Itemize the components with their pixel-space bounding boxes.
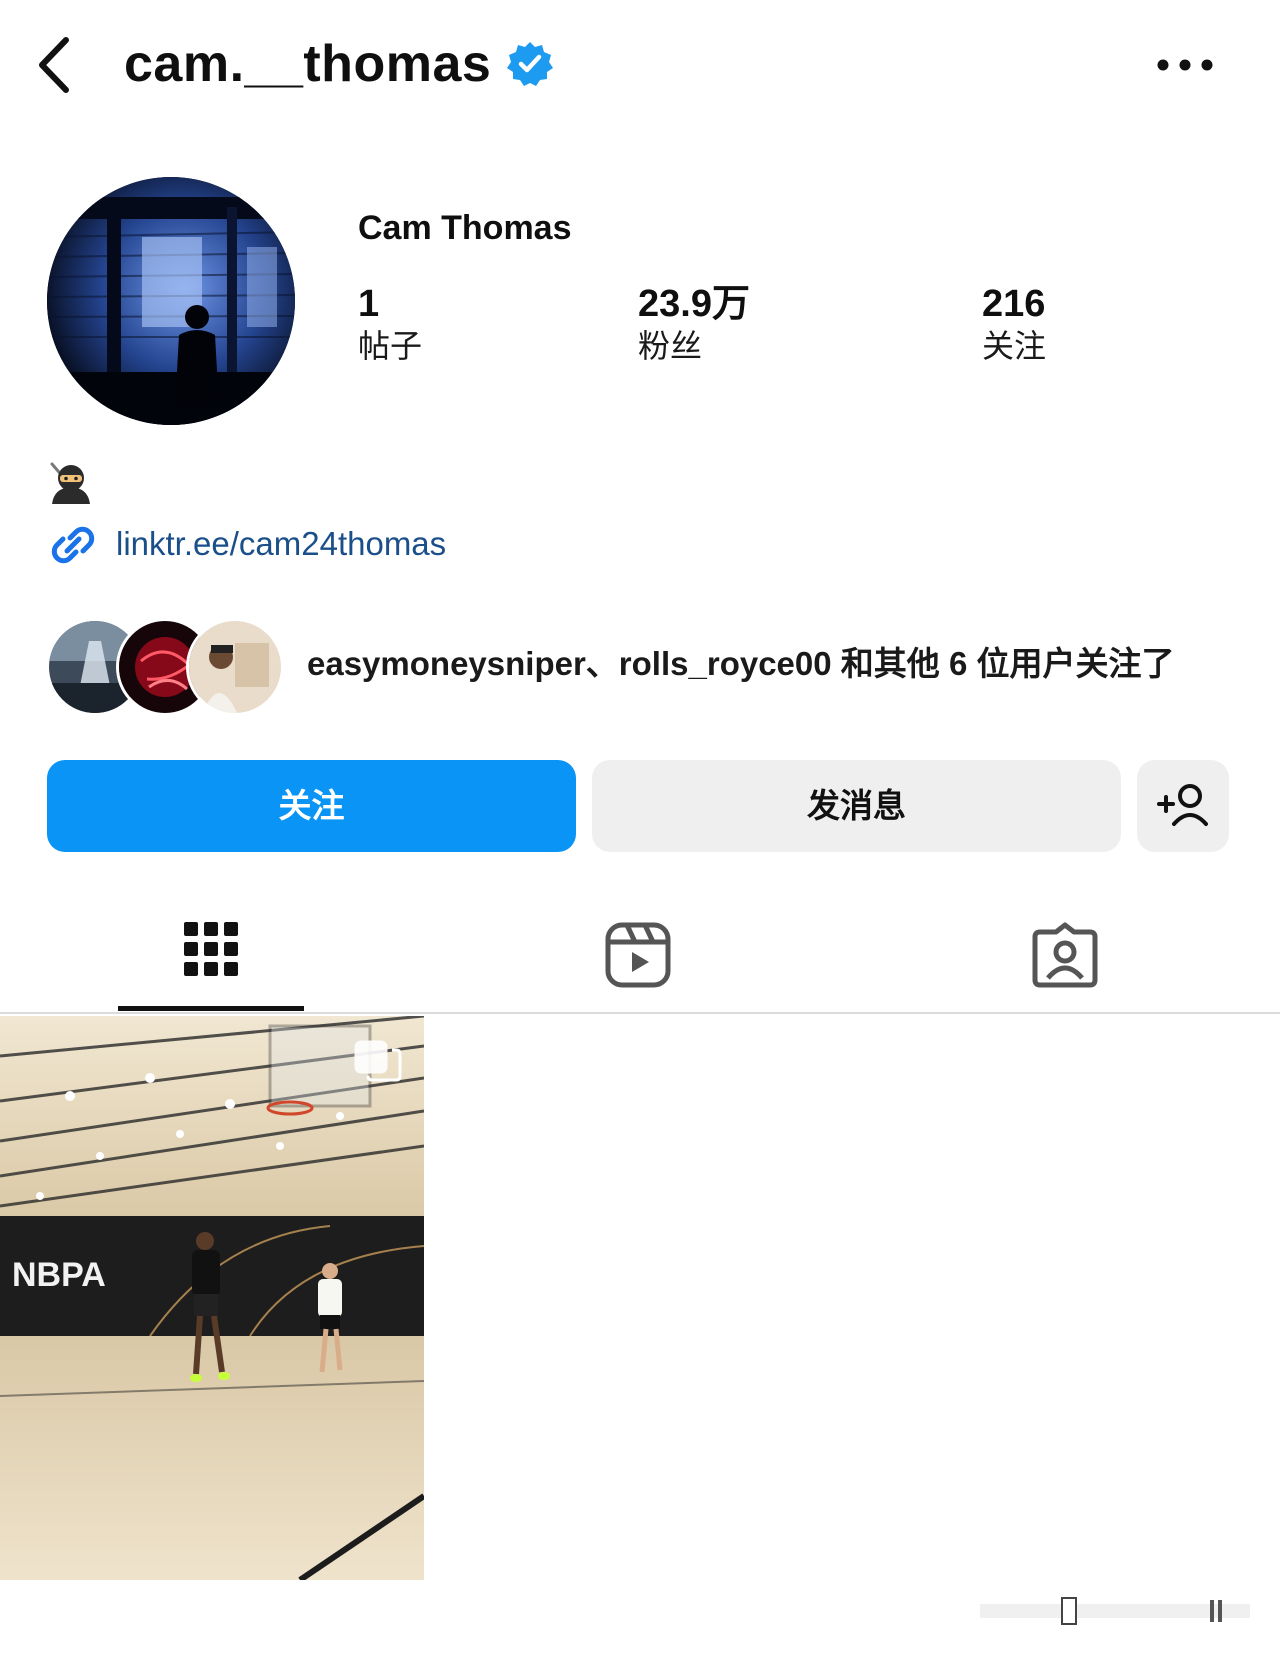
tab-posts-grid[interactable] (118, 900, 304, 1010)
stat-posts-count: 1 (358, 283, 380, 325)
avatar-image (47, 177, 295, 425)
suggest-users-button[interactable] (1137, 760, 1229, 852)
followed-by-text[interactable]: easymoneysniper、rolls_royce00 和其他 6 位用户关… (307, 642, 1174, 686)
follow-button[interactable]: 关注 (47, 760, 576, 852)
verified-badge-icon (507, 42, 553, 86)
more-horizontal-icon (1157, 59, 1213, 71)
message-button[interactable]: 发消息 (592, 760, 1121, 852)
tagged-icon (1032, 922, 1098, 988)
post-image: NBPA (0, 1016, 424, 1580)
active-tab-indicator (118, 1006, 304, 1011)
stat-followers[interactable]: 23.9万 粉丝 (638, 282, 750, 366)
link-icon (51, 526, 95, 564)
stat-following-label: 关注 (982, 328, 1047, 364)
stat-followers-label: 粉丝 (638, 328, 703, 364)
ninja-emoji-icon (50, 462, 90, 504)
post-overlay-text: NBPA (12, 1256, 106, 1294)
grid-icon (184, 922, 238, 976)
tab-reels[interactable] (560, 900, 720, 1010)
profile-username: cam.__thomas (124, 35, 492, 93)
watermark-artifact (980, 1597, 1250, 1625)
reels-icon (605, 922, 671, 988)
profile-header: cam.__thomas (0, 0, 1280, 130)
stat-posts[interactable]: 1 帖子 (358, 282, 422, 366)
tabs-divider (0, 1012, 1280, 1014)
mutual-followers-avatars[interactable] (46, 618, 286, 716)
mutual-follower-avatar (186, 618, 284, 716)
chevron-left-icon (39, 37, 69, 93)
stat-posts-label: 帖子 (358, 328, 423, 364)
stat-following-count: 216 (982, 283, 1046, 325)
bio-link[interactable]: linktr.ee/cam24thomas (116, 522, 446, 566)
profile-avatar[interactable] (47, 177, 295, 425)
more-options-button[interactable] (1150, 48, 1220, 82)
profile-display-name: Cam Thomas (358, 209, 572, 247)
tab-tagged[interactable] (990, 900, 1150, 1010)
post-thumbnail[interactable]: NBPA (0, 1016, 424, 1580)
stat-followers-count: 23.9万 (638, 283, 750, 325)
back-button[interactable] (30, 30, 80, 100)
add-person-icon (1157, 784, 1208, 826)
stat-following[interactable]: 216 关注 (982, 282, 1046, 366)
